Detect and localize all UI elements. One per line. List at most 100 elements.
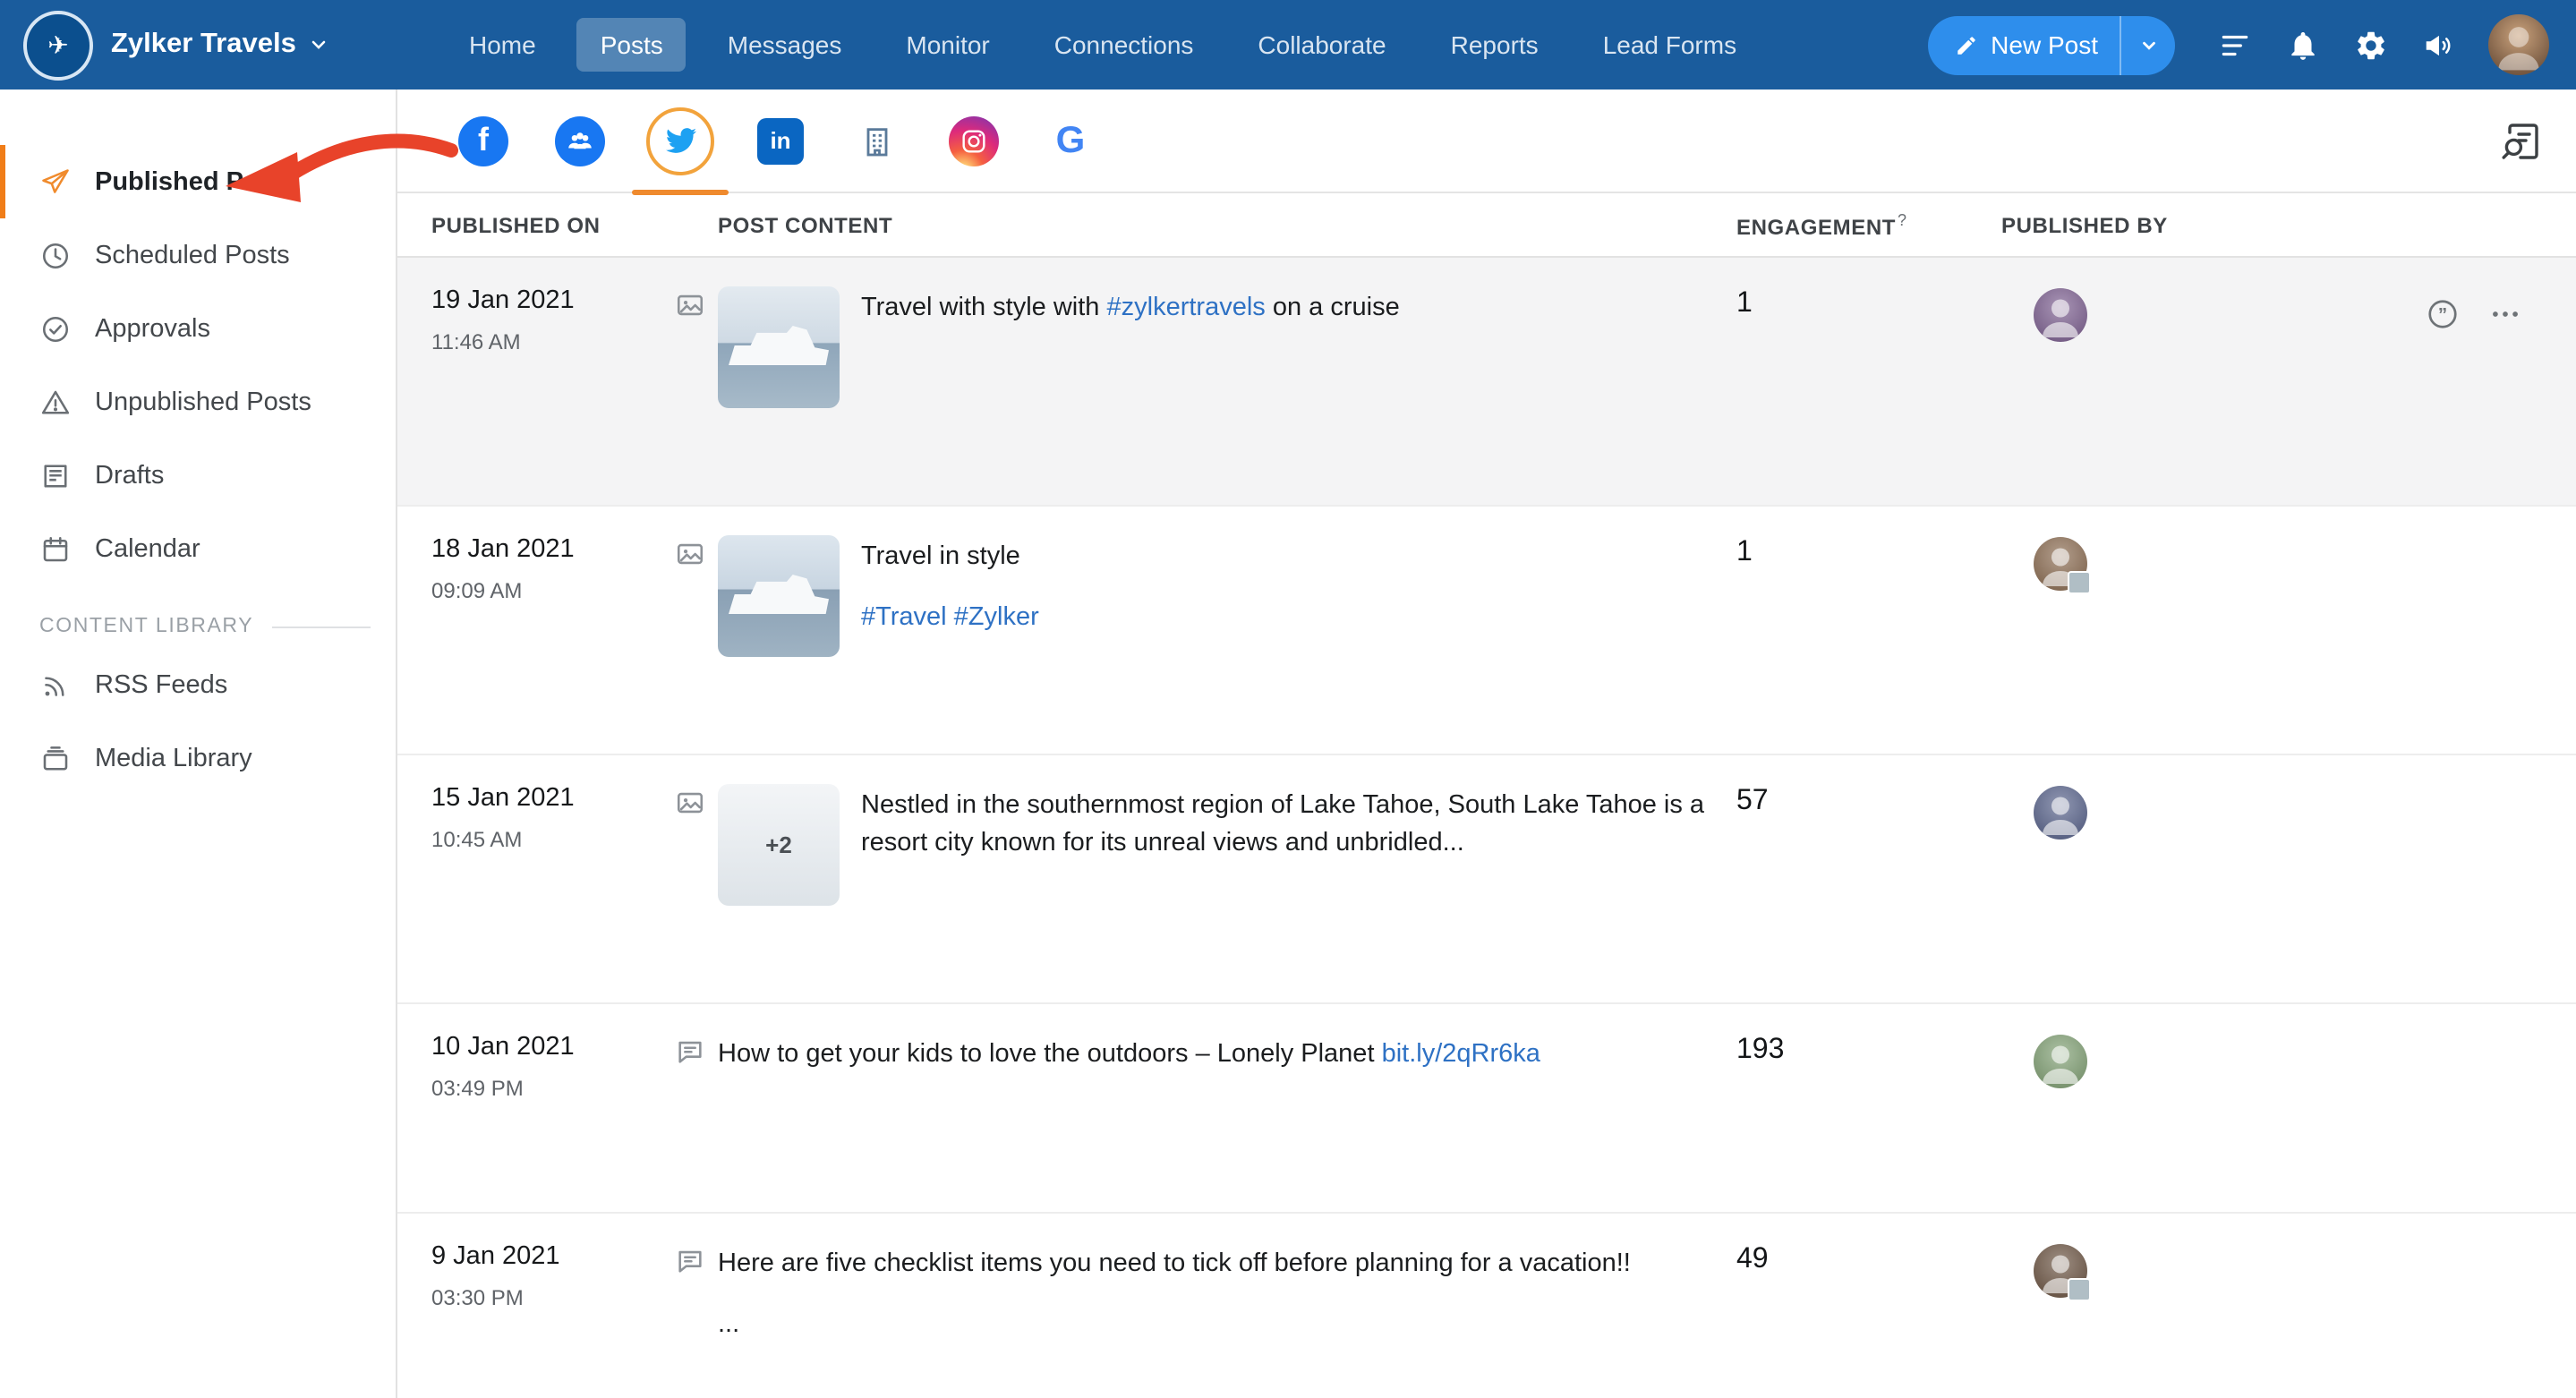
avatar-image <box>2034 288 2087 342</box>
search-posts-icon[interactable] <box>2499 117 2546 164</box>
post-content-cell: Here are five checklist items you need t… <box>718 1242 1736 1393</box>
sidebar-item-label: Published Posts <box>95 167 297 196</box>
engagement-help-icon[interactable]: ? <box>1898 210 1907 228</box>
sidebar-item-calendar[interactable]: Calendar <box>0 512 396 585</box>
published-on-cell: 10 Jan 202103:49 PM <box>396 1033 675 1183</box>
facebook-group-icon <box>555 115 605 166</box>
new-post-dropdown-button[interactable] <box>2120 15 2175 74</box>
post-content-cell: Travel with style with #zylkertravels on… <box>718 286 1736 476</box>
post-link[interactable]: #zylkertravels <box>1107 294 1266 322</box>
post-text-segment: on a cruise <box>1266 294 1400 322</box>
post-time: 09:09 AM <box>431 578 675 603</box>
post-link[interactable]: bit.ly/2qRr6ka <box>1382 1040 1540 1069</box>
publisher-avatar[interactable] <box>2034 288 2087 342</box>
app-window: ✈ Zylker Travels Home Posts Messages Mon… <box>0 0 2576 1398</box>
media-icon <box>39 742 72 774</box>
user-avatar[interactable] <box>2488 14 2549 75</box>
list-view-icon[interactable] <box>2216 26 2254 64</box>
publisher-avatar[interactable] <box>2034 1244 2087 1298</box>
sidebar-item-unpublished-posts[interactable]: Unpublished Posts <box>0 365 396 439</box>
chevron-down-icon <box>2138 35 2158 55</box>
post-date: 15 Jan 2021 <box>431 784 675 813</box>
send-icon <box>39 166 72 198</box>
sidebar-item-drafts[interactable]: Drafts <box>0 439 396 512</box>
nav-monitor[interactable]: Monitor <box>883 18 1012 72</box>
post-text: Travel with style with #zylkertravels on… <box>861 286 1736 328</box>
publisher-avatar[interactable] <box>2034 786 2087 840</box>
sidebar-item-published-posts[interactable]: Published Posts <box>0 145 396 218</box>
engagement-cell: 1 <box>1736 535 2001 725</box>
network-tab-linkedin-company[interactable] <box>847 110 908 171</box>
quote-icon[interactable]: ” <box>2426 297 2460 331</box>
network-tab-linkedin[interactable]: in <box>750 110 811 171</box>
nav-home[interactable]: Home <box>446 18 559 72</box>
post-content-cell: +2 Nestled in the southernmost region of … <box>718 784 1736 974</box>
post-content-cell: How to get your kids to love the outdoor… <box>718 1033 1736 1183</box>
twitter-icon <box>655 115 705 166</box>
network-tab-facebook-group[interactable] <box>550 110 610 171</box>
post-thumbnail[interactable] <box>718 286 840 408</box>
post-text-line: Travel in style <box>861 539 1736 576</box>
network-tab-google-my-business[interactable]: G <box>1040 110 1101 171</box>
avatar-image <box>2034 1035 2087 1088</box>
calendar-icon <box>39 533 72 565</box>
settings-gear-icon[interactable] <box>2352 26 2390 64</box>
sidebar: Published Posts Scheduled Posts Approval… <box>0 90 397 1398</box>
engagement-cell: 193 <box>1736 1033 2001 1183</box>
post-thumbnail[interactable]: +2 <box>718 784 840 906</box>
sidebar-item-media-library[interactable]: Media Library <box>0 721 396 795</box>
announcements-megaphone-icon[interactable] <box>2420 26 2458 64</box>
network-tab-twitter[interactable] <box>646 107 714 175</box>
post-link[interactable]: #Travel #Zylker <box>861 603 1039 632</box>
post-time: 03:49 PM <box>431 1076 675 1101</box>
sidebar-item-approvals[interactable]: Approvals <box>0 292 396 365</box>
notifications-bell-icon[interactable] <box>2284 26 2322 64</box>
network-tab-instagram[interactable] <box>943 110 1004 171</box>
facebook-icon: f <box>458 115 508 166</box>
post-text-segment: How to get your kids to love the outdoor… <box>718 1040 1382 1069</box>
published-by-cell <box>2001 1033 2576 1183</box>
post-row[interactable]: 19 Jan 202111:46 AMTravel with style wit… <box>396 258 2576 507</box>
topbar-actions: New Post <box>1928 14 2576 75</box>
sidebar-item-scheduled-posts[interactable]: Scheduled Posts <box>0 218 396 292</box>
post-row[interactable]: 15 Jan 202110:45 AM+2Nestled in the sout… <box>396 755 2576 1004</box>
posts-table-header: PUBLISHED ON POST CONTENT ENGAGEMENT? PU… <box>396 193 2576 258</box>
sidebar-item-rss-feeds[interactable]: RSS Feeds <box>0 648 396 721</box>
new-post-button[interactable]: New Post <box>1928 15 2120 74</box>
text-post-icon <box>675 1033 718 1183</box>
sidebar-item-label: Drafts <box>95 461 164 490</box>
published-by-cell <box>2001 535 2576 725</box>
new-post-split-button: New Post <box>1928 15 2175 74</box>
post-row[interactable]: 18 Jan 202109:09 AMTravel in style#Trave… <box>396 507 2576 755</box>
topbar: ✈ Zylker Travels Home Posts Messages Mon… <box>0 0 2576 90</box>
post-thumbnail[interactable] <box>718 535 840 657</box>
post-content-cell: Travel in style #Travel #Zylker <box>718 535 1736 725</box>
main-content: f in <box>396 90 2576 1398</box>
photo-post-icon <box>675 784 718 974</box>
engagement-value: 49 <box>1736 1244 1769 1274</box>
pencil-icon <box>1955 33 1978 56</box>
post-row[interactable]: 9 Jan 202103:30 PMHere are five checklis… <box>396 1214 2576 1398</box>
network-tab-facebook[interactable]: f <box>453 110 514 171</box>
publisher-avatar[interactable] <box>2034 1035 2087 1088</box>
post-time: 03:30 PM <box>431 1285 675 1310</box>
engagement-cell: 1 <box>1736 286 2001 476</box>
nav-lead-forms[interactable]: Lead Forms <box>1580 18 1760 72</box>
post-text-line: Nestled in the southernmost region of La… <box>861 788 1736 863</box>
avatar-image <box>2034 786 2087 840</box>
publisher-avatar[interactable] <box>2034 537 2087 591</box>
photo-post-icon <box>675 535 718 725</box>
nav-posts[interactable]: Posts <box>577 18 687 72</box>
company-building-icon <box>852 115 902 166</box>
nav-reports[interactable]: Reports <box>1428 18 1562 72</box>
nav-messages[interactable]: Messages <box>704 18 866 72</box>
more-options-icon[interactable] <box>2488 297 2522 331</box>
nav-connections[interactable]: Connections <box>1031 18 1217 72</box>
brand-switcher[interactable]: ✈ Zylker Travels <box>0 10 421 80</box>
published-by-cell: ” <box>2001 286 2576 476</box>
sidebar-item-label: Unpublished Posts <box>95 388 311 416</box>
nav-collaborate[interactable]: Collaborate <box>1234 18 1409 72</box>
post-row[interactable]: 10 Jan 202103:49 PM How to get your kids … <box>396 1004 2576 1214</box>
sidebar-item-label: Media Library <box>95 744 252 772</box>
engagement-value: 1 <box>1736 537 1753 567</box>
